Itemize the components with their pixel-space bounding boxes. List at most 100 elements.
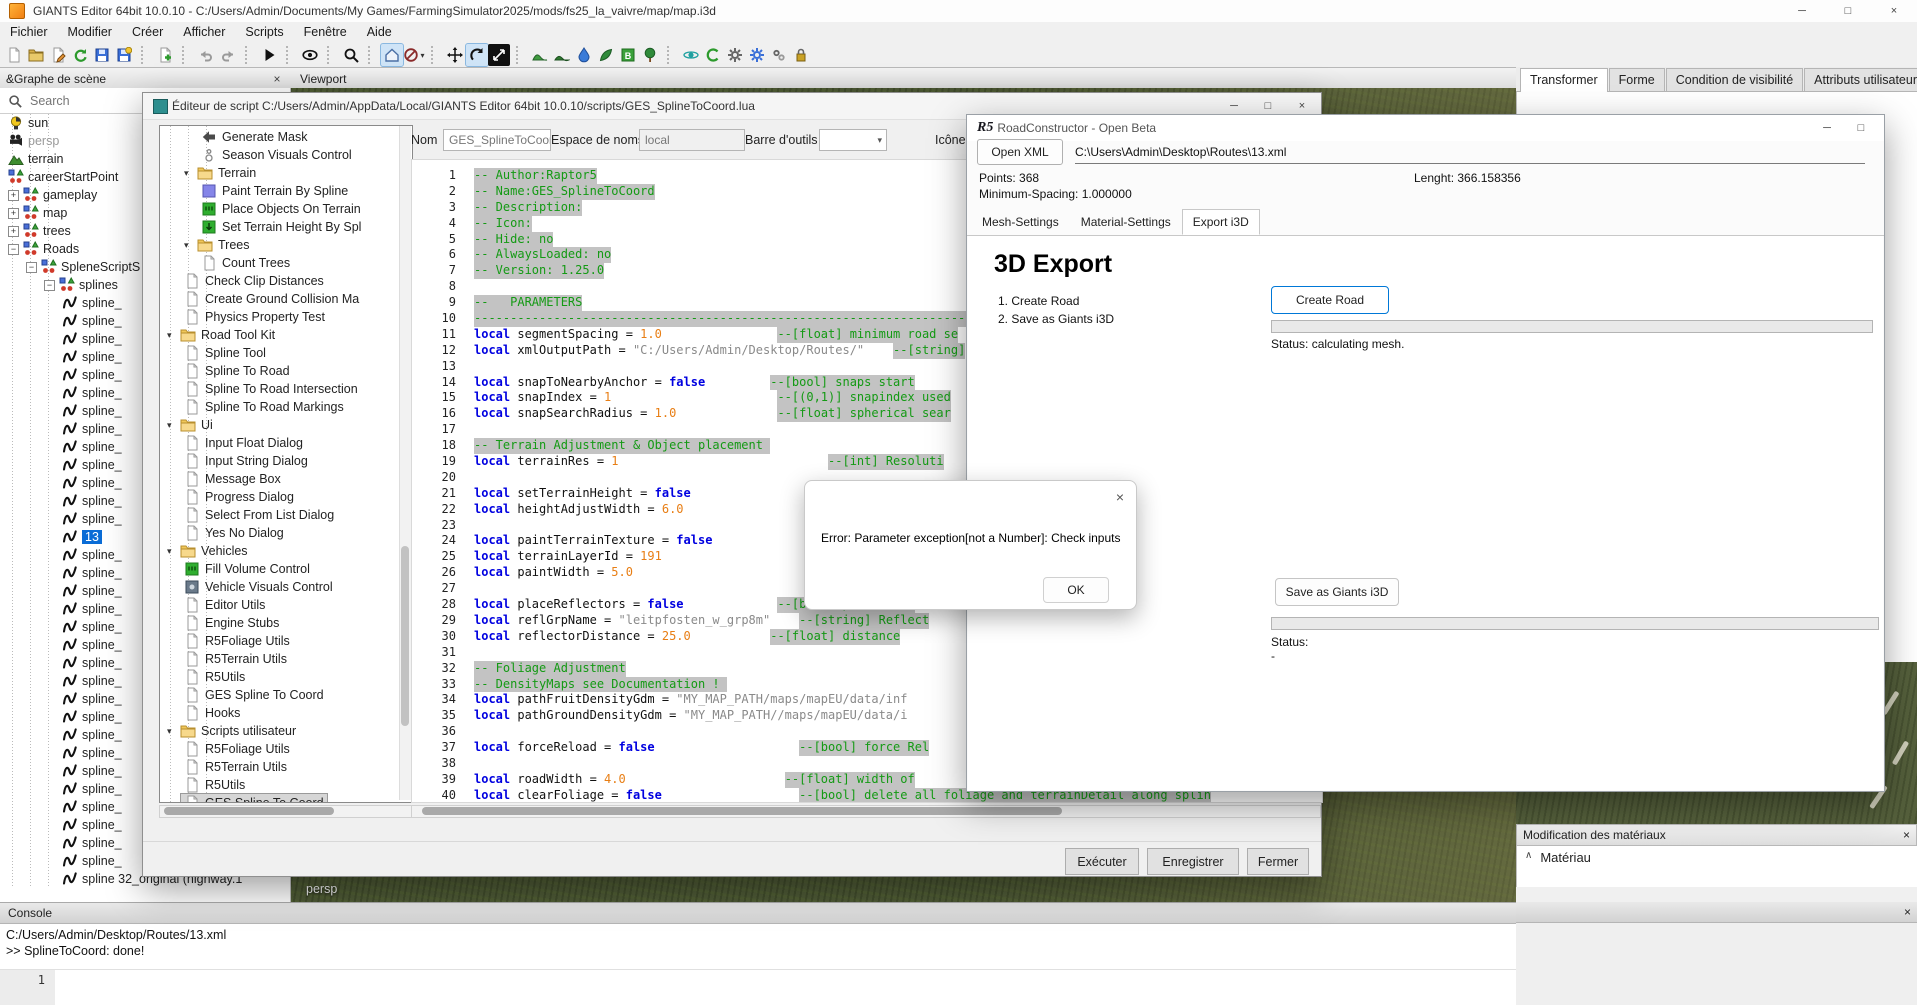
scene-tree-item[interactable]: spline_ bbox=[0, 510, 122, 528]
find-icon[interactable] bbox=[340, 44, 362, 66]
scene-tree-item[interactable]: terrain bbox=[0, 150, 63, 168]
materials-panel-close-icon[interactable]: × bbox=[1903, 828, 1910, 842]
save-button[interactable]: Enregistrer bbox=[1147, 848, 1239, 875]
scene-tree-item[interactable]: spline_ bbox=[0, 420, 122, 438]
scene-tree-item[interactable]: spline_ bbox=[0, 492, 122, 510]
scene-tree-item[interactable]: spline_ bbox=[0, 798, 122, 816]
dialog-close-icon[interactable]: × bbox=[1116, 489, 1124, 505]
attributes-tab-attributs-utilisateur[interactable]: Attributs utilisateur bbox=[1804, 68, 1917, 91]
scene-dock-close-icon[interactable]: × bbox=[270, 72, 284, 86]
script-tree-item[interactable]: Place Objects On Terrain bbox=[198, 200, 364, 218]
script-tree-item[interactable]: ▾Road Tool Kit bbox=[164, 326, 278, 344]
scrollbar-thumb[interactable] bbox=[422, 807, 1062, 815]
script-tree-item[interactable]: Spline Tool bbox=[181, 344, 269, 362]
settings-icon[interactable] bbox=[724, 44, 746, 66]
scene-tree-item[interactable]: spline_ bbox=[0, 690, 122, 708]
scene-tree-item[interactable]: spline_ bbox=[0, 618, 122, 636]
script-tree-item[interactable]: Hooks bbox=[181, 704, 243, 722]
scene-tree-item[interactable]: spline_ bbox=[0, 294, 122, 312]
rc-tab-mesh-settings[interactable]: Mesh-Settings bbox=[971, 209, 1070, 235]
script-tree-item[interactable]: GES Spline To Coord bbox=[181, 794, 327, 803]
scene-tree-item[interactable]: spline_ bbox=[0, 744, 122, 762]
script-tree-item[interactable]: Engine Stubs bbox=[181, 614, 282, 632]
scene-tree-item[interactable]: −splines bbox=[0, 276, 118, 294]
terrain-paint-icon[interactable] bbox=[573, 44, 595, 66]
execute-button[interactable]: Exécuter bbox=[1065, 848, 1139, 875]
chevron-down-icon[interactable]: ▾ bbox=[184, 168, 194, 179]
scene-tree-item[interactable]: +map bbox=[0, 204, 67, 222]
terrain-smooth-icon[interactable] bbox=[551, 44, 573, 66]
script-name-input[interactable]: GES_SplineToCoord bbox=[443, 129, 551, 151]
materials-section-label[interactable]: Matériau bbox=[1540, 850, 1591, 865]
collapse-icon[interactable]: − bbox=[8, 244, 19, 255]
lock-icon[interactable] bbox=[790, 44, 812, 66]
attributes-tab-transformer[interactable]: Transformer bbox=[1520, 68, 1608, 92]
scene-tree-item[interactable]: 13 bbox=[0, 528, 102, 546]
script-tree-vscrollbar[interactable] bbox=[399, 126, 411, 800]
show-icon[interactable] bbox=[299, 44, 321, 66]
script-tree-item[interactable]: ▾Terrain bbox=[181, 164, 259, 182]
reload-icon[interactable] bbox=[702, 44, 724, 66]
menu-modifier[interactable]: Modifier bbox=[58, 22, 122, 43]
chevron-down-icon[interactable]: ▾ bbox=[167, 420, 177, 431]
scene-tree-item[interactable]: spline_ bbox=[0, 816, 122, 834]
create-road-button[interactable]: Create Road bbox=[1271, 286, 1389, 314]
rc-maximize-button[interactable]: □ bbox=[1844, 116, 1878, 140]
bottom-right-panel-close-icon[interactable]: × bbox=[1904, 905, 1911, 919]
scene-tree-item[interactable]: spline_ bbox=[0, 672, 122, 690]
scene-tree-item[interactable]: spline_ bbox=[0, 366, 122, 384]
render-settings-icon[interactable] bbox=[746, 44, 768, 66]
attributes-tab-forme[interactable]: Forme bbox=[1609, 68, 1665, 91]
maximize-button[interactable]: □ bbox=[1825, 0, 1871, 22]
script-tree-item[interactable]: Paint Terrain By Spline bbox=[198, 182, 351, 200]
script-tree-item[interactable]: Generate Mask bbox=[198, 128, 310, 146]
expand-icon[interactable]: + bbox=[8, 208, 19, 219]
scene-tree-item[interactable]: spline_ bbox=[0, 852, 122, 870]
script-tree-item[interactable]: ▾Trees bbox=[181, 236, 253, 254]
script-tree-item[interactable]: ▾Scripts utilisateur bbox=[164, 722, 299, 740]
tree-brush-icon[interactable] bbox=[639, 44, 661, 66]
scene-tree-item[interactable]: −Roads bbox=[0, 240, 79, 258]
toolbar-combobox[interactable]: ▾ bbox=[819, 129, 887, 151]
scene-tree-item[interactable]: spline_ bbox=[0, 348, 122, 366]
rotate-icon[interactable] bbox=[466, 44, 488, 66]
collapse-icon[interactable]: − bbox=[44, 280, 55, 291]
scene-tree-item[interactable]: spline_ bbox=[0, 780, 122, 798]
script-tree-item[interactable]: Physics Property Test bbox=[181, 308, 328, 326]
scene-tree-item[interactable]: spline_ bbox=[0, 330, 122, 348]
script-tree-item[interactable]: ▾Ui bbox=[164, 416, 216, 434]
add-script-icon[interactable] bbox=[154, 44, 176, 66]
scene-tree-item[interactable]: careerStartPoint bbox=[0, 168, 118, 186]
new-file-icon[interactable] bbox=[3, 44, 25, 66]
scale-icon[interactable] bbox=[488, 44, 510, 66]
xml-path-field[interactable]: C:\Users\Admin\Desktop\Routes\13.xml bbox=[1075, 145, 1286, 159]
script-tree-item[interactable]: Season Visuals Control bbox=[198, 146, 355, 164]
script-tree-item[interactable]: R5Terrain Utils bbox=[181, 650, 290, 668]
open-xml-button[interactable]: Open XML bbox=[977, 139, 1063, 165]
scene-tree-item[interactable]: spline_ bbox=[0, 600, 122, 618]
scene-tree-item[interactable]: spline_ bbox=[0, 654, 122, 672]
script-tree-item[interactable]: Spline To Road bbox=[181, 362, 293, 380]
menu-scripts[interactable]: Scripts bbox=[235, 22, 293, 43]
script-tree-item[interactable]: R5Foliage Utils bbox=[181, 632, 293, 650]
script-tree-item[interactable]: Input Float Dialog bbox=[181, 434, 306, 452]
script-tree-item[interactable]: R5Terrain Utils bbox=[181, 758, 290, 776]
script-tree-item[interactable]: R5Utils bbox=[181, 668, 248, 686]
undo-icon[interactable] bbox=[195, 44, 217, 66]
scrollbar-thumb[interactable] bbox=[164, 807, 334, 815]
script-tree-item[interactable]: R5Utils bbox=[181, 776, 248, 794]
scene-tree-item[interactable]: spline_ bbox=[0, 456, 122, 474]
expand-icon[interactable]: + bbox=[8, 190, 19, 201]
chevron-down-icon[interactable]: ▾ bbox=[167, 726, 177, 737]
scene-tree-item[interactable]: spline_ bbox=[0, 708, 122, 726]
script-tree-item[interactable]: Vehicle Visuals Control bbox=[181, 578, 336, 596]
scene-tree-item[interactable]: spline_ bbox=[0, 384, 122, 402]
plugins-icon[interactable] bbox=[768, 44, 790, 66]
terrain-sculpt-icon[interactable] bbox=[529, 44, 551, 66]
menu-aide[interactable]: Aide bbox=[357, 22, 402, 43]
menu-creer[interactable]: Créer bbox=[122, 22, 173, 43]
namespace-input[interactable]: local bbox=[639, 129, 745, 151]
save-i3d-button[interactable]: Save as Giants i3D bbox=[1275, 578, 1399, 606]
script-tree-item[interactable]: GES Spline To Coord bbox=[181, 686, 327, 704]
reload-scripts-icon[interactable] bbox=[69, 44, 91, 66]
